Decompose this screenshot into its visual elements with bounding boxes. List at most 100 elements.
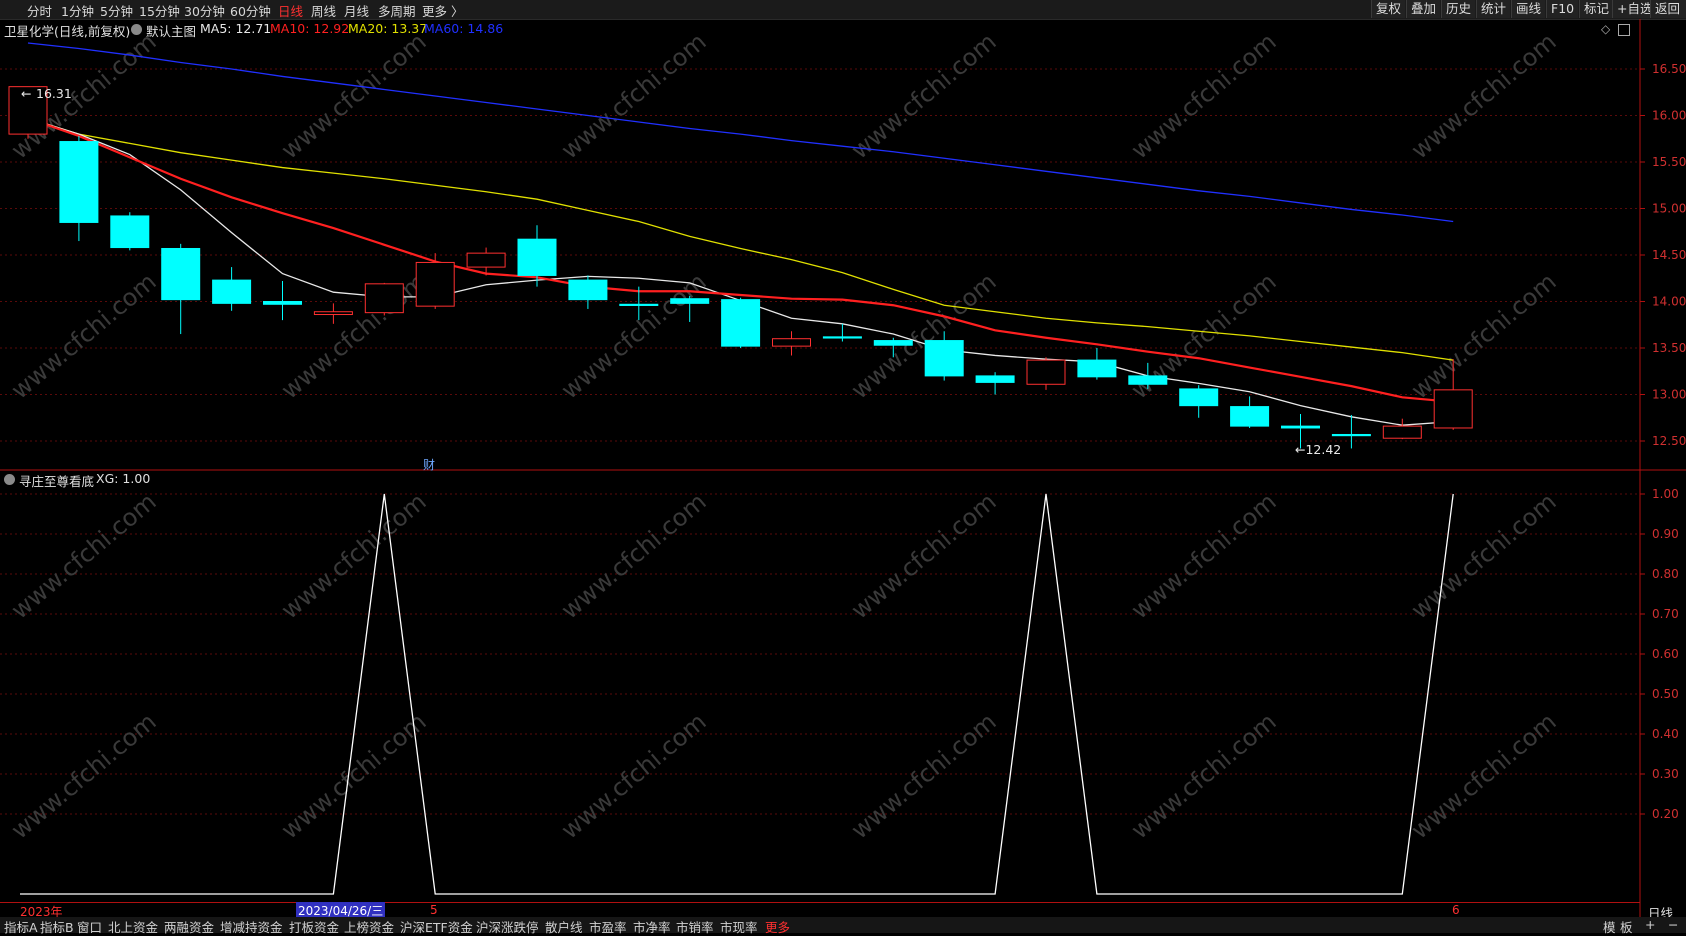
candle	[1077, 348, 1117, 380]
candle	[772, 331, 811, 356]
candle-body	[721, 299, 761, 347]
tab-indicator-a[interactable]: 指标A	[4, 917, 38, 936]
xg-tick-label: 0.30	[1652, 767, 1679, 781]
watermark-text: www.cfchi.com	[276, 27, 432, 164]
price-tick-label: 16.50	[1652, 62, 1686, 76]
price-tick-label: 16.00	[1652, 109, 1686, 123]
candle	[110, 212, 150, 251]
candle	[1179, 385, 1219, 418]
tab-etf-flow[interactable]: 沪深ETF资金	[400, 917, 473, 936]
tab-pb[interactable]: 市净率	[633, 917, 671, 936]
candle	[1230, 396, 1270, 428]
template-button[interactable]: 模	[1603, 917, 1616, 936]
watermark-text: www.cfchi.com	[846, 267, 1002, 404]
tab-retail-line[interactable]: 散户线	[545, 917, 583, 936]
candle-body	[364, 283, 404, 314]
candle-body	[1077, 359, 1117, 378]
xg-tick-label: 0.80	[1652, 567, 1679, 581]
tab-dragon-tiger[interactable]: 上榜资金	[344, 917, 394, 936]
xg-tick-label: 0.70	[1652, 607, 1679, 621]
candle-body	[1331, 433, 1371, 437]
candle-body	[517, 238, 557, 276]
tab-margin[interactable]: 两融资金	[164, 917, 214, 936]
candle-body	[772, 338, 811, 347]
xg-tick-label: 0.20	[1652, 807, 1679, 821]
price-tick-label: 14.50	[1652, 248, 1686, 262]
candle-body	[619, 303, 659, 306]
price-tick-label: 13.50	[1652, 341, 1686, 355]
watermark-text: www.cfchi.com	[1406, 707, 1562, 844]
watermark-text: www.cfchi.com	[846, 487, 1002, 624]
zoom-in-button[interactable]: +	[1645, 917, 1655, 932]
tab-limit-up[interactable]: 打板资金	[289, 917, 339, 936]
watermark-text: www.cfchi.com	[6, 267, 162, 404]
candle-body	[466, 252, 506, 268]
candle-body	[1382, 425, 1422, 439]
tab-holding-change[interactable]: 增减持资金	[220, 917, 283, 936]
watermark-text: www.cfchi.com	[556, 487, 712, 624]
tab-pcf[interactable]: 市现率	[720, 917, 758, 936]
watermark-text: www.cfchi.com	[1126, 27, 1282, 164]
candle-body	[59, 141, 99, 223]
candle-body	[670, 298, 710, 304]
candle	[313, 303, 353, 324]
watermark-text: www.cfchi.com	[1406, 27, 1562, 164]
ma-line-ma10	[27, 117, 1454, 404]
watermark-text: www.cfchi.com	[556, 707, 712, 844]
candle-body	[415, 261, 455, 307]
chart-area[interactable]: www.cfchi.com www.cfchi.com www.cfchi.com w…	[0, 0, 1686, 933]
price-tick-label: 15.50	[1652, 155, 1686, 169]
tab-pe[interactable]: 市盈率	[589, 917, 627, 936]
watermark-text: www.cfchi.com	[276, 267, 432, 404]
candle	[212, 267, 252, 311]
watermark-text: www.cfchi.com	[276, 487, 432, 624]
tab-northbound[interactable]: 北上资金	[108, 917, 158, 936]
ma-line-ma5	[27, 117, 1454, 426]
zoom-out-button[interactable]: −	[1668, 917, 1678, 932]
candle	[1026, 357, 1066, 390]
tab-ps[interactable]: 市销率	[676, 917, 714, 936]
month-5-label: 5	[430, 903, 438, 917]
candle-body	[1230, 406, 1270, 427]
tab-indicator-b[interactable]: 指标B	[40, 917, 74, 936]
bottom-tab-bar: 指标A 指标B 窗口 北上资金 两融资金 增减持资金 打板资金 上榜资金 沪深E…	[0, 917, 1686, 936]
xg-tick-label: 0.60	[1652, 647, 1679, 661]
month-6-label: 6	[1452, 903, 1460, 917]
time-axis: 2023年 2023/04/26/三 5 6	[0, 902, 1640, 919]
watermark-text: www.cfchi.com	[846, 27, 1002, 164]
watermark-text: www.cfchi.com	[6, 487, 162, 624]
candle	[415, 253, 455, 309]
watermark-layer: www.cfchi.com www.cfchi.com www.cfchi.com w…	[6, 27, 1562, 844]
candle-body	[568, 279, 608, 301]
candle	[975, 372, 1015, 395]
candle-body	[822, 336, 862, 339]
price-tick-label: 15.00	[1652, 202, 1686, 216]
board-button[interactable]: 板	[1620, 917, 1633, 936]
xg-tick-label: 0.90	[1652, 527, 1679, 541]
candle	[568, 275, 608, 309]
candle-body	[110, 215, 150, 249]
candle-body	[873, 340, 913, 346]
candle-body	[212, 279, 252, 304]
price-tick-label: 13.00	[1652, 388, 1686, 402]
candle-body	[263, 301, 302, 305]
xg-tick-label: 0.50	[1652, 687, 1679, 701]
grid-layer	[0, 68, 1640, 815]
tab-more[interactable]: 更多	[765, 917, 790, 936]
watermark-text: www.cfchi.com	[846, 707, 1002, 844]
watermark-text: www.cfchi.com	[1406, 267, 1562, 404]
candle	[263, 281, 302, 321]
watermark-text: www.cfchi.com	[6, 707, 162, 844]
watermark-text: www.cfchi.com	[556, 27, 712, 164]
tab-window[interactable]: 窗口	[77, 917, 102, 936]
candle	[161, 243, 201, 335]
candle-body	[1026, 359, 1066, 385]
candle-body	[975, 375, 1015, 383]
candle	[59, 135, 99, 242]
candle-body	[313, 311, 353, 316]
candle	[1382, 418, 1422, 440]
financial-report-marker[interactable]: 财	[423, 456, 435, 473]
xg-tick-label: 1.00	[1652, 487, 1679, 501]
tab-limit-stats[interactable]: 沪深涨跌停	[476, 917, 539, 936]
candle-body	[1433, 389, 1473, 429]
